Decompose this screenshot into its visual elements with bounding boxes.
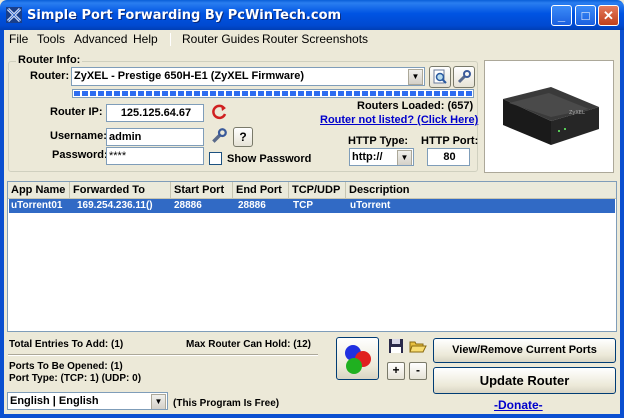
minimize-button[interactable]: _ xyxy=(551,5,572,26)
password-field[interactable]: **** xyxy=(106,147,204,165)
http-type-value: http:// xyxy=(352,151,383,163)
window-frame-left xyxy=(0,30,4,418)
menu-help[interactable]: Help xyxy=(133,32,158,46)
menu-separator xyxy=(170,33,171,46)
window-frame-bottom xyxy=(0,414,624,418)
menu-bar: File Tools Advanced Help Router Guides R… xyxy=(4,30,620,48)
refresh-icon xyxy=(209,104,229,125)
menu-router-screenshots[interactable]: Router Screenshots xyxy=(262,32,368,46)
program-free-label: (This Program Is Free) xyxy=(173,398,280,409)
column-tcp-udp[interactable]: TCP/UDP xyxy=(289,182,346,198)
router-label: Router: xyxy=(30,70,70,82)
window-frame-right xyxy=(620,30,624,418)
cell-description: uTorrent xyxy=(350,200,391,211)
column-end-port[interactable]: End Port xyxy=(233,182,289,198)
chevron-down-icon[interactable]: ▼ xyxy=(151,394,166,409)
router-tools-button[interactable] xyxy=(453,66,475,88)
column-forwarded-to[interactable]: Forwarded To xyxy=(70,182,171,198)
cell-start-port: 28886 xyxy=(174,200,202,211)
tools-icon xyxy=(210,128,228,148)
chevron-down-icon[interactable]: ▼ xyxy=(397,150,412,165)
menu-router-guides[interactable]: Router Guides xyxy=(182,32,259,46)
max-router-label: Max Router Can Hold: (12) xyxy=(186,339,312,350)
router-device-image: ZyXEL xyxy=(503,87,599,145)
title-bar[interactable]: Simple Port Forwarding By PcWinTech.com … xyxy=(0,0,624,30)
tools-icon xyxy=(456,70,472,88)
footer-separator xyxy=(8,354,318,356)
router-info-label: Router Info: xyxy=(16,54,83,66)
save-icon xyxy=(388,339,404,357)
open-folder-icon xyxy=(409,341,427,357)
menu-tools[interactable]: Tools xyxy=(37,32,65,46)
column-app-name[interactable]: App Name xyxy=(8,182,70,198)
refresh-ip-button[interactable] xyxy=(208,102,230,124)
total-entries-label: Total Entries To Add: (1) xyxy=(9,339,124,350)
update-router-button[interactable]: Update Router xyxy=(433,367,616,394)
menu-file[interactable]: File xyxy=(9,32,28,46)
routers-loaded-label: Routers Loaded: (657) xyxy=(357,100,474,112)
maximize-button[interactable]: □ xyxy=(575,5,596,26)
cell-protocol: TCP xyxy=(293,200,313,211)
column-description[interactable]: Description xyxy=(346,182,616,198)
color-theme-button[interactable] xyxy=(336,337,379,380)
table-header: App Name Forwarded To Start Port End Por… xyxy=(8,182,616,199)
close-button[interactable]: ✕ xyxy=(598,5,619,26)
http-type-select[interactable]: http:// ▼ xyxy=(349,148,414,166)
port-table[interactable]: App Name Forwarded To Start Port End Por… xyxy=(7,181,617,332)
progress-fill xyxy=(74,91,472,96)
password-label: Password: xyxy=(52,149,108,161)
add-entry-button[interactable]: + xyxy=(387,362,405,380)
username-field[interactable]: admin xyxy=(106,128,204,146)
svg-text:ZyXEL: ZyXEL xyxy=(569,110,585,116)
ports-opened-label: Ports To Be Opened: (1) xyxy=(9,361,123,372)
routers-loading-progress xyxy=(72,89,474,98)
language-select[interactable]: English | English ▼ xyxy=(7,392,168,410)
cell-forwarded-to: 169.254.236.11() xyxy=(77,200,153,211)
column-start-port[interactable]: Start Port xyxy=(171,182,233,198)
router-ip-label: Router IP: xyxy=(50,106,103,118)
router-not-listed-link[interactable]: Router not listed? (Click Here) xyxy=(320,114,478,126)
show-password-label: Show Password xyxy=(227,153,312,165)
router-image-box: ZyXEL xyxy=(484,60,614,173)
window-title: Simple Port Forwarding By PcWinTech.com xyxy=(27,8,342,23)
language-value: English | English xyxy=(10,395,99,407)
chevron-down-icon[interactable]: ▼ xyxy=(408,69,423,85)
show-password-checkbox[interactable] xyxy=(209,152,222,165)
rgb-circles-icon xyxy=(339,345,377,381)
view-remove-ports-button[interactable]: View/Remove Current Ports xyxy=(433,338,616,363)
save-button[interactable] xyxy=(387,338,405,356)
cell-app-name: uTorrent01 xyxy=(11,200,63,211)
router-ip-field[interactable]: 125.125.64.67 xyxy=(106,104,204,122)
search-icon xyxy=(432,69,448,88)
donate-link[interactable]: -Donate- xyxy=(494,398,543,412)
user-tools-button[interactable] xyxy=(208,127,230,149)
http-port-field[interactable]: 80 xyxy=(427,148,470,166)
router-select[interactable]: ZyXEL - Prestige 650H-E1 (ZyXEL Firmware… xyxy=(71,67,425,86)
http-type-label: HTTP Type: xyxy=(348,135,409,147)
remove-entry-button[interactable]: - xyxy=(409,362,427,380)
app-x-icon xyxy=(6,7,22,23)
table-row[interactable]: uTorrent01 169.254.236.11() 28886 28886 … xyxy=(9,199,615,213)
router-select-value: ZyXEL - Prestige 650H-E1 (ZyXEL Firmware… xyxy=(74,70,305,82)
cell-end-port: 28886 xyxy=(238,200,266,211)
open-button[interactable] xyxy=(409,338,427,356)
http-port-label: HTTP Port: xyxy=(421,135,479,147)
search-router-button[interactable] xyxy=(429,66,451,88)
help-button[interactable]: ? xyxy=(233,127,253,147)
menu-advanced[interactable]: Advanced xyxy=(74,32,127,46)
port-type-label: Port Type: (TCP: 1) (UDP: 0) xyxy=(9,373,142,384)
username-label: Username: xyxy=(50,130,107,142)
